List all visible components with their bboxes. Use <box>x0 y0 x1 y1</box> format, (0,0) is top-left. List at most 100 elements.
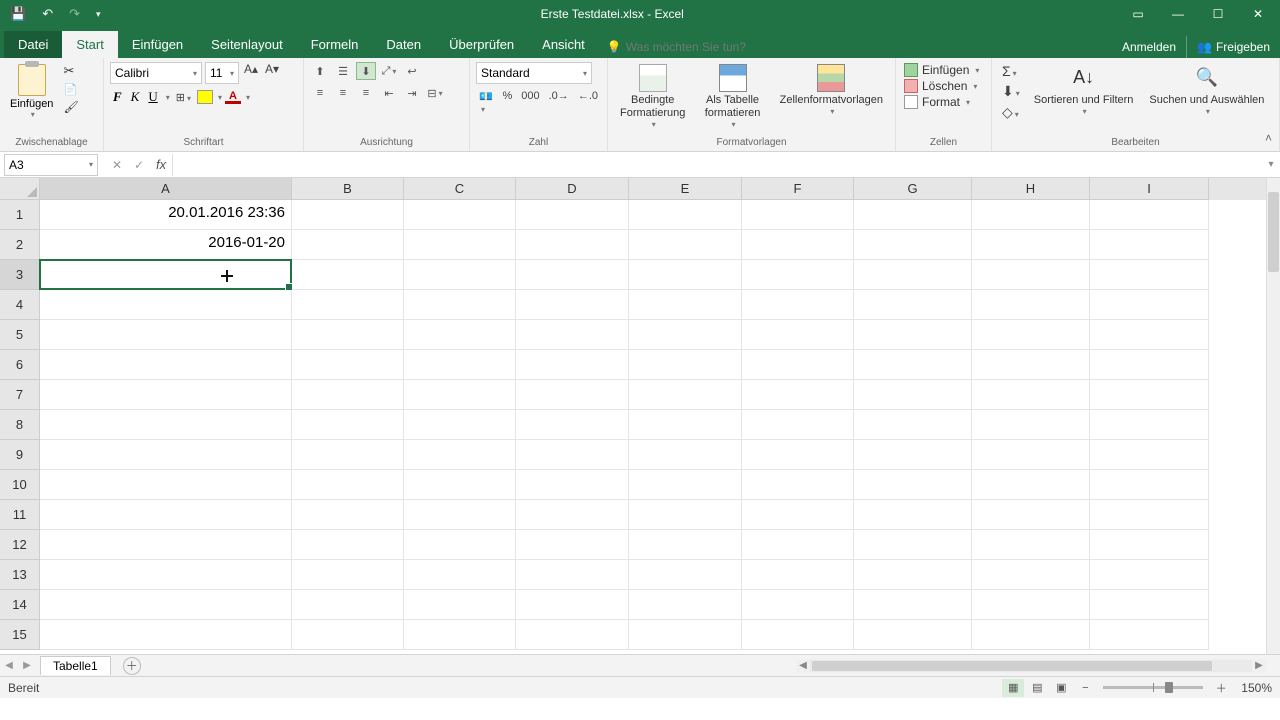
cell-F5[interactable] <box>742 320 854 350</box>
enter-formula-icon[interactable]: ✓ <box>128 158 150 172</box>
cell-B10[interactable] <box>292 470 404 500</box>
cell-C7[interactable] <box>404 380 516 410</box>
cell-B2[interactable] <box>292 230 404 260</box>
cell-B5[interactable] <box>292 320 404 350</box>
tab-home[interactable]: Start <box>62 31 117 58</box>
cell-A10[interactable] <box>40 470 292 500</box>
cell-B9[interactable] <box>292 440 404 470</box>
cell-D14[interactable] <box>516 590 629 620</box>
zoom-level[interactable]: 150% <box>1233 681 1280 695</box>
zoom-out-icon[interactable]: − <box>1074 679 1096 697</box>
vertical-scrollbar[interactable] <box>1266 178 1280 654</box>
comma-icon[interactable]: 000 <box>518 88 542 117</box>
cell-D8[interactable] <box>516 410 629 440</box>
cell-A2[interactable]: 2016-01-20 <box>40 230 292 260</box>
sheet-nav-prev-icon[interactable]: ◀ <box>0 660 18 671</box>
cell-A5[interactable] <box>40 320 292 350</box>
cell-F14[interactable] <box>742 590 854 620</box>
cell-A8[interactable] <box>40 410 292 440</box>
cell-A7[interactable] <box>40 380 292 410</box>
zoom-slider[interactable] <box>1103 686 1203 689</box>
align-left-icon[interactable]: ≡ <box>310 84 330 102</box>
cell-G5[interactable] <box>854 320 972 350</box>
clear-icon[interactable]: ◇▾ <box>998 103 1024 122</box>
cell-D10[interactable] <box>516 470 629 500</box>
cell-A14[interactable] <box>40 590 292 620</box>
bold-button[interactable]: F <box>110 88 125 106</box>
align-top-icon[interactable]: ⬆ <box>310 62 330 80</box>
number-format-combo[interactable]: Standard▾ <box>476 62 592 84</box>
cell-E7[interactable] <box>629 380 742 410</box>
cell-D13[interactable] <box>516 560 629 590</box>
row-header-14[interactable]: 14 <box>0 590 40 620</box>
cell-B8[interactable] <box>292 410 404 440</box>
col-header-C[interactable]: C <box>404 178 516 200</box>
cell-D1[interactable] <box>516 200 629 230</box>
cell-A9[interactable] <box>40 440 292 470</box>
font-name-combo[interactable]: Calibri▾ <box>110 62 202 84</box>
cell-B11[interactable] <box>292 500 404 530</box>
collapse-ribbon-icon[interactable]: ˄ <box>1265 131 1272 145</box>
cell-E8[interactable] <box>629 410 742 440</box>
cell-C12[interactable] <box>404 530 516 560</box>
cell-C11[interactable] <box>404 500 516 530</box>
row-header-2[interactable]: 2 <box>0 230 40 260</box>
sort-filter-button[interactable]: A↓Sortieren und Filtern▾ <box>1028 62 1140 119</box>
wrap-text-icon[interactable]: ↩ <box>402 62 422 80</box>
cell-A12[interactable] <box>40 530 292 560</box>
cell-F7[interactable] <box>742 380 854 410</box>
cell-F6[interactable] <box>742 350 854 380</box>
shrink-font-icon[interactable]: A▾ <box>263 62 281 84</box>
maximize-icon[interactable]: ☐ <box>1200 3 1236 25</box>
cell-H12[interactable] <box>972 530 1090 560</box>
col-header-I[interactable]: I <box>1090 178 1209 200</box>
fx-icon[interactable]: fx <box>150 157 172 172</box>
expand-formula-bar-icon[interactable]: ▾ <box>1262 159 1280 170</box>
cell-A6[interactable] <box>40 350 292 380</box>
cell-I10[interactable] <box>1090 470 1209 500</box>
underline-button[interactable]: U <box>145 88 160 106</box>
cell-A3[interactable] <box>40 260 292 290</box>
cell-E4[interactable] <box>629 290 742 320</box>
align-center-icon[interactable]: ≡ <box>333 84 353 102</box>
cell-I6[interactable] <box>1090 350 1209 380</box>
increase-indent-icon[interactable]: ⇥ <box>402 84 422 102</box>
cell-D12[interactable] <box>516 530 629 560</box>
zoom-in-icon[interactable]: ＋ <box>1210 679 1232 697</box>
name-box[interactable]: A3▾ <box>4 154 98 176</box>
hscroll-left-icon[interactable]: ◀ <box>796 660 810 671</box>
format-painter-icon[interactable]: 🖌 <box>61 99 80 115</box>
cell-C8[interactable] <box>404 410 516 440</box>
page-layout-view-icon[interactable]: ▤ <box>1026 679 1048 697</box>
cell-H6[interactable] <box>972 350 1090 380</box>
cell-F8[interactable] <box>742 410 854 440</box>
tab-review[interactable]: Überprüfen <box>435 31 528 58</box>
cell-H1[interactable] <box>972 200 1090 230</box>
cell-E6[interactable] <box>629 350 742 380</box>
cell-E15[interactable] <box>629 620 742 650</box>
cell-C6[interactable] <box>404 350 516 380</box>
row-header-10[interactable]: 10 <box>0 470 40 500</box>
sheet-tab-1[interactable]: Tabelle1 <box>40 656 111 675</box>
formula-input[interactable] <box>172 154 1262 176</box>
tab-layout[interactable]: Seitenlayout <box>197 31 297 58</box>
col-header-A[interactable]: A <box>40 178 292 200</box>
row-header-5[interactable]: 5 <box>0 320 40 350</box>
merge-icon[interactable]: ⊟▾ <box>425 84 445 102</box>
cell-F10[interactable] <box>742 470 854 500</box>
cell-G2[interactable] <box>854 230 972 260</box>
format-cells-button[interactable]: Format▾ <box>902 94 985 110</box>
cell-E11[interactable] <box>629 500 742 530</box>
cell-H5[interactable] <box>972 320 1090 350</box>
cell-B1[interactable] <box>292 200 404 230</box>
col-header-D[interactable]: D <box>516 178 629 200</box>
decrease-indent-icon[interactable]: ⇤ <box>379 84 399 102</box>
col-header-E[interactable]: E <box>629 178 742 200</box>
tell-me-input[interactable] <box>626 40 786 54</box>
paste-button[interactable]: Einfügen ▾ <box>6 62 57 121</box>
cell-G10[interactable] <box>854 470 972 500</box>
hscroll-right-icon[interactable]: ▶ <box>1252 660 1266 671</box>
cell-G14[interactable] <box>854 590 972 620</box>
undo-icon[interactable]: ↶ <box>38 4 57 24</box>
cancel-formula-icon[interactable]: ✕ <box>106 158 128 172</box>
